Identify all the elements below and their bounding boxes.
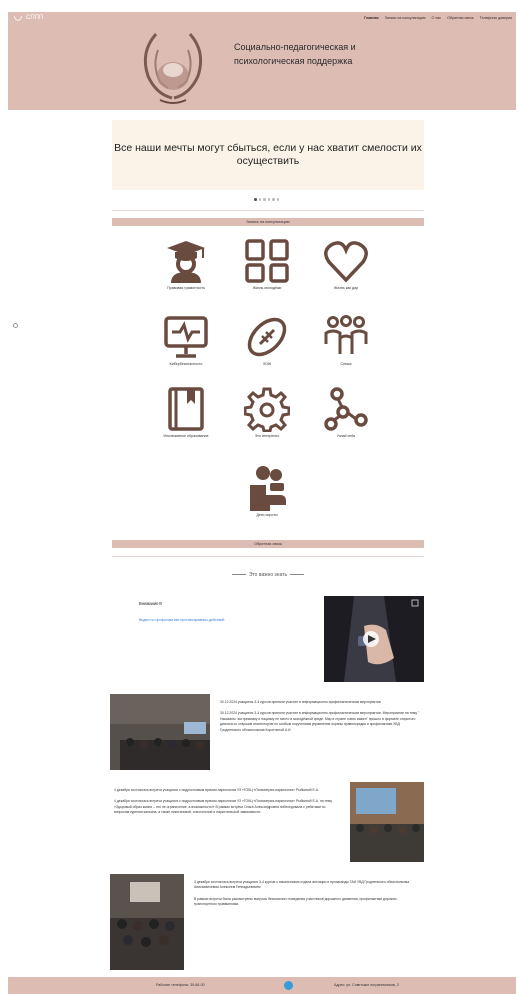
child-support-icon — [250, 466, 286, 511]
tile-life-gift[interactable]: Жизнь как дар — [316, 238, 376, 291]
news-item: 3 декабря состоялась встреча учащихся 3-… — [194, 880, 420, 908]
divider — [112, 210, 424, 211]
main-nav: Главная Запись на консультацию О нас Обр… — [364, 16, 512, 20]
tile-label: ЗОЖ — [262, 362, 272, 366]
page-title: Социально-педагогическая и психологическ… — [234, 42, 356, 66]
tile-label: Инклюзивное образование — [163, 434, 209, 438]
tile-label: Семья — [340, 362, 352, 366]
book-bookmark-icon — [168, 387, 204, 431]
news-body: В рамках встречи были рассмотрены вопрос… — [194, 896, 398, 907]
side-control-icon[interactable] — [13, 323, 18, 328]
news-body: 4 декабря состоялась встреча учащихся с … — [114, 799, 333, 815]
tile-youth[interactable]: Жизнь молодёжи — [237, 238, 297, 291]
wings-logo — [143, 33, 203, 104]
slider-dots — [254, 198, 279, 201]
brand-logo-icon — [14, 15, 22, 21]
nav-home[interactable]: Главная — [364, 16, 379, 20]
site-header: СППП Главная Запись на консультацию О на… — [8, 12, 516, 110]
nav-hotlines[interactable]: Телефоны доверия — [480, 16, 512, 20]
news-photo — [350, 782, 424, 862]
family-icon — [324, 315, 368, 354]
nav-about[interactable]: О нас — [432, 16, 442, 20]
tile-label: Жизнь как дар — [333, 286, 359, 290]
slider-dot[interactable] — [267, 198, 270, 201]
monitor-pulse-icon — [164, 316, 208, 358]
tile-cyber[interactable]: Кибербезопасность — [156, 314, 216, 367]
brand-name: СППП — [26, 15, 44, 21]
consultation-bar[interactable]: Запись на консультацию — [112, 218, 424, 226]
tile-interesting[interactable]: Это интересно — [237, 386, 297, 439]
news-title: 3 декабря состоялась встреча учащихся 3-… — [194, 880, 410, 890]
nav-feedback[interactable]: Обратная связь — [447, 16, 473, 20]
dashboard-icon — [245, 239, 289, 283]
slider-dot[interactable] — [254, 198, 257, 201]
tile-label: Узнай себя — [336, 434, 356, 438]
tile-label: Это интересно — [254, 434, 280, 438]
tile-healthy[interactable]: ЗОЖ — [237, 314, 297, 367]
news-title: 4 декабря состоялась встреча учащихся с … — [114, 788, 319, 792]
slider-dot[interactable] — [263, 198, 266, 201]
tile-know-yourself[interactable]: Узнай себя — [316, 386, 376, 439]
divider — [112, 556, 424, 557]
nav-consultation[interactable]: Запись на консультацию — [385, 16, 426, 20]
news-item: 30.12.2024 учащиеся 3-4 курсов приняли у… — [220, 700, 420, 733]
tile-label: Жизнь молодёжи — [252, 286, 282, 290]
video-player[interactable] — [324, 596, 424, 682]
brand[interactable]: СППП — [14, 15, 43, 21]
telegram-icon[interactable] — [284, 981, 293, 990]
tile-label: Дети-сироты — [256, 513, 278, 517]
tile-orphans[interactable]: Дети-сироты — [237, 465, 297, 518]
feedback-bar[interactable]: Обратная связь — [112, 540, 424, 548]
tile-label: Правовая грамотность — [167, 286, 205, 290]
slider-quote: Все наши мечты могут сбыться, если у нас… — [114, 142, 422, 167]
video-link[interactable]: Видео по профилактике противоправных дей… — [139, 618, 224, 622]
tile-family[interactable]: Семья — [316, 314, 376, 367]
news-title: 30.12.2024 учащиеся 3-4 курсов приняли у… — [220, 700, 381, 704]
news-photo — [110, 694, 210, 770]
tile-inclusive[interactable]: Инклюзивное образование — [156, 386, 216, 439]
slider-dot[interactable] — [258, 198, 261, 201]
site-footer: Рабочие телефоны: 39-86-00 Адрес: ул. Со… — [8, 977, 516, 994]
footer-address: Адрес: ул. Советских пограничников, 2 — [334, 983, 399, 987]
slider-dot[interactable] — [272, 198, 275, 201]
quote-slider: Все наши мечты могут сбыться, если у нас… — [112, 120, 424, 190]
news-body: 30.12.2024 учащиеся 3-4 курсов приняли у… — [220, 711, 420, 732]
video-thumbnail — [324, 596, 424, 682]
footer-phones: Рабочие телефоны: 39-86-00 — [156, 983, 205, 987]
section-heading: Это важно знать — [112, 572, 424, 578]
slider-dot[interactable] — [276, 198, 279, 201]
gear-icon — [244, 387, 290, 432]
news-photo — [110, 874, 184, 970]
football-icon — [247, 317, 287, 357]
tile-label: Кибербезопасность — [169, 362, 203, 366]
tile-legal[interactable]: Правовая грамотность — [156, 238, 216, 291]
news-item: 4 декабря состоялась встреча учащихся с … — [114, 788, 336, 816]
graduate-icon — [167, 241, 205, 283]
attention-title: Внимание!!! — [139, 601, 163, 606]
heart-icon — [324, 241, 368, 283]
molecule-icon — [324, 387, 368, 431]
